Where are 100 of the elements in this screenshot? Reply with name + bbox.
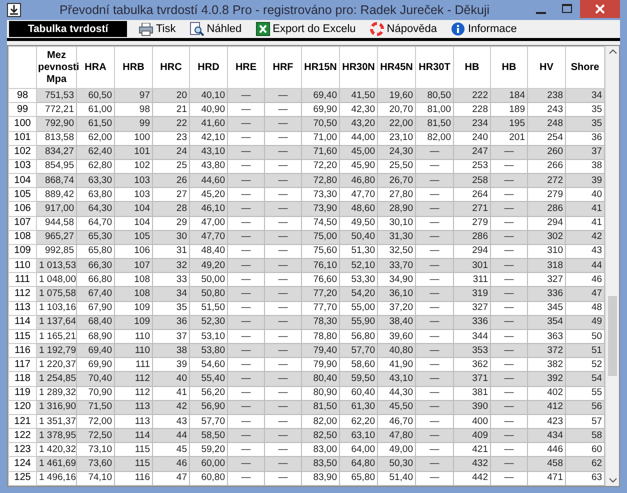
table-cell: —: [264, 202, 302, 216]
table-cell: —: [490, 400, 528, 414]
row-number: 122: [8, 428, 36, 443]
table-cell: 47,00: [190, 216, 228, 230]
table-cell: 834,27: [36, 145, 76, 160]
row-number: 99: [8, 102, 36, 117]
table-cell: 38,40: [378, 315, 416, 330]
row-number: 120: [8, 400, 36, 414]
table-cell: 55,90: [340, 315, 378, 330]
row-number: 98: [8, 88, 36, 103]
row-number: 101: [8, 131, 36, 146]
magnifier-document-icon: [190, 22, 204, 36]
table-cell: 319: [454, 286, 490, 302]
table-cell: 37,20: [378, 301, 416, 316]
scroll-up-icon[interactable]: [608, 49, 616, 54]
table-cell: 109: [114, 301, 152, 316]
table-cell: —: [490, 216, 528, 230]
tab[interactable]: Tabulka tvrdostí: [9, 21, 127, 37]
table-cell: —: [416, 372, 454, 386]
table-cell: 41: [152, 386, 190, 400]
table-cell: 49,50: [340, 216, 378, 230]
table-cell: —: [490, 301, 528, 316]
table-cell: 1 461,69: [36, 456, 76, 472]
table-cell: 254: [528, 131, 566, 146]
table-cell: 1 289,32: [36, 386, 76, 400]
table-cell: —: [264, 145, 302, 160]
table-cell: 28: [152, 202, 190, 216]
table-cell: —: [264, 116, 302, 132]
table-cell: —: [490, 202, 528, 216]
table-cell: 56,20: [190, 386, 228, 400]
table-cell: 73,60: [76, 456, 114, 472]
table-cell: 371: [454, 372, 490, 386]
table-cell: 75,00: [302, 230, 340, 244]
table-cell: 51,40: [378, 471, 416, 486]
table-cell: 1 254,85: [36, 372, 76, 386]
scrollbar[interactable]: [605, 46, 619, 486]
table-cell: 73,90: [302, 202, 340, 216]
table-cell: 286: [454, 230, 490, 244]
table-cell: —: [228, 372, 264, 386]
table-cell: —: [228, 400, 264, 414]
table-cell: —: [416, 230, 454, 244]
table-cell: 432: [454, 456, 490, 472]
table-cell: 23,10: [378, 131, 416, 146]
scrollbar-thumb[interactable]: [608, 296, 618, 376]
app-icon: [7, 3, 21, 17]
toolbar-button[interactable]: Export do Excelu: [254, 21, 358, 37]
table-cell: —: [228, 471, 264, 486]
toolbar-button[interactable]: Informace: [448, 21, 519, 37]
column-header: HR45N: [378, 46, 416, 88]
table-cell: 60,40: [340, 386, 378, 400]
table-cell: —: [264, 471, 302, 486]
table-cell: 30: [152, 230, 190, 244]
spreadsheet-icon: [256, 22, 270, 36]
table-cell: —: [228, 386, 264, 400]
close-button[interactable]: [580, 0, 620, 18]
table-cell: 81,50: [416, 116, 454, 132]
table-cell: 65,80: [340, 471, 378, 486]
table-cell: 82,00: [416, 131, 454, 146]
table-cell: 36,10: [378, 286, 416, 302]
row-number: 116: [8, 344, 36, 358]
table-cell: 74,50: [302, 216, 340, 230]
column-header: HRD: [190, 46, 228, 88]
table-cell: 240: [454, 131, 490, 146]
table-cell: —: [490, 230, 528, 244]
table-cell: 248: [528, 116, 566, 132]
table-cell: 23: [152, 131, 190, 146]
table-cell: 390: [454, 400, 490, 414]
table-cell: 60,00: [190, 456, 228, 472]
row-number: 103: [8, 159, 36, 174]
table-cell: 36: [152, 315, 190, 330]
toolbar-button[interactable]: Tisk: [137, 21, 178, 37]
table-cell: 77,20: [302, 286, 340, 302]
table-cell: 412: [528, 400, 566, 414]
table-cell: —: [228, 202, 264, 216]
table-cell: 104: [114, 216, 152, 230]
table-cell: 70,90: [76, 386, 114, 400]
close-icon: [595, 4, 605, 14]
table-cell: —: [416, 471, 454, 486]
toolbar-button[interactable]: Nápověda: [368, 21, 439, 37]
table-cell: 43,10: [190, 145, 228, 160]
table-cell: 55,00: [340, 301, 378, 316]
row-number: 125: [8, 471, 36, 486]
table-cell: 65,30: [76, 230, 114, 244]
row-number: 102: [8, 145, 36, 160]
table-cell: 62,00: [76, 131, 114, 146]
table-cell: 28,90: [378, 202, 416, 216]
toolbar-button[interactable]: Náhled: [188, 21, 244, 37]
table-cell: 74,10: [76, 471, 114, 486]
row-number: 104: [8, 174, 36, 188]
table-cell: 45,00: [340, 145, 378, 160]
table-cell: 44,30: [378, 386, 416, 400]
column-header: HR15N: [302, 46, 340, 88]
column-header: HR30T: [416, 46, 454, 88]
table-cell: 345: [528, 301, 566, 316]
table-cell: —: [416, 216, 454, 230]
table-cell: 260: [528, 145, 566, 160]
table-cell: 64,70: [76, 216, 114, 230]
table-cell: 46: [152, 456, 190, 472]
scroll-down-icon[interactable]: [608, 478, 616, 483]
table-cell: 1 103,16: [36, 301, 76, 316]
